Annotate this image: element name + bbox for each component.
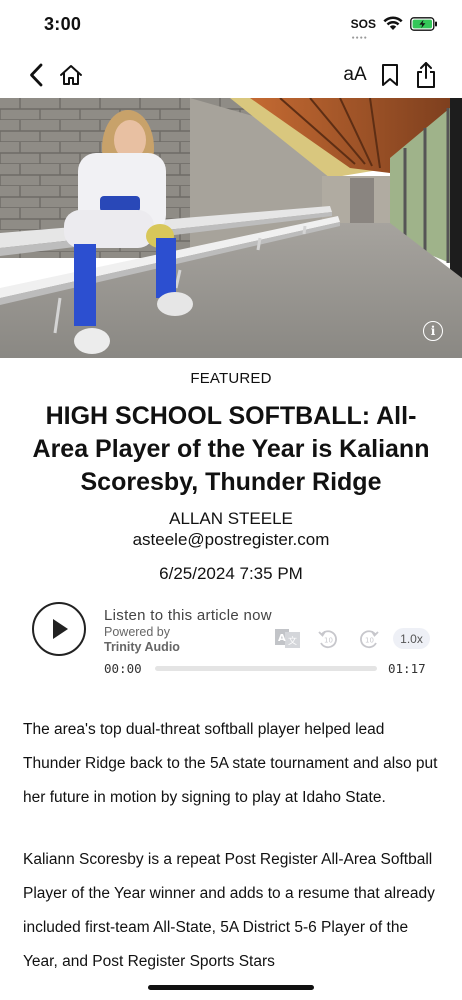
- current-time: 00:00: [104, 661, 142, 676]
- status-icons: SOS ●●●●: [350, 16, 438, 41]
- svg-text:A: A: [278, 633, 286, 644]
- audio-provider[interactable]: Trinity Audio: [104, 640, 180, 654]
- sos-indicator: SOS ●●●●: [350, 16, 376, 41]
- svg-text:10: 10: [324, 637, 333, 645]
- forward-10-icon[interactable]: 10: [358, 629, 380, 649]
- hero-image[interactable]: i: [0, 98, 462, 358]
- article-kicker: FEATURED: [190, 370, 272, 387]
- info-icon[interactable]: i: [423, 321, 443, 341]
- status-time: 3:00: [44, 14, 82, 34]
- home-icon: [60, 65, 82, 85]
- share-icon: [417, 62, 435, 88]
- nav-bar: aA: [0, 56, 462, 94]
- share-button[interactable]: [413, 58, 439, 92]
- audio-player: Listen to this article now Powered by Tr…: [0, 598, 462, 678]
- play-icon: [53, 619, 68, 639]
- status-bar: 3:00 SOS ●●●●: [0, 0, 462, 50]
- wifi-icon: [383, 16, 403, 30]
- listen-label: Listen to this article now: [104, 607, 272, 624]
- svg-text:文: 文: [288, 635, 297, 647]
- author-email[interactable]: asteele@postregister.com: [0, 530, 462, 550]
- play-button[interactable]: [32, 602, 86, 656]
- article-datetime: 6/25/2024 7:35 PM: [159, 564, 303, 583]
- article-author[interactable]: ALLAN STEELE: [0, 509, 462, 529]
- bookmark-icon: [382, 64, 398, 86]
- font-size-button[interactable]: aA: [340, 58, 370, 92]
- article-body: The area's top dual-threat softball play…: [23, 713, 439, 1000]
- back-button[interactable]: [24, 58, 48, 92]
- total-time: 01:17: [388, 661, 426, 676]
- sos-label: SOS: [350, 16, 376, 31]
- back-icon: [30, 63, 43, 87]
- home-button[interactable]: [58, 58, 84, 92]
- article-headline: HIGH SCHOOL SOFTBALL: All-Area Player of…: [32, 402, 430, 496]
- playback-speed-button[interactable]: 1.0x: [393, 628, 430, 649]
- battery-icon: [410, 16, 437, 31]
- article-paragraph: Kaliann Scoresby is a repeat Post Regist…: [23, 851, 435, 970]
- progress-bar[interactable]: [155, 666, 377, 671]
- article-paragraph: The area's top dual-threat softball play…: [23, 721, 438, 806]
- bookmark-button[interactable]: [379, 58, 401, 92]
- hero-photo: [0, 98, 462, 358]
- rewind-10-icon[interactable]: 10: [317, 629, 339, 649]
- translate-icon[interactable]: A 文: [275, 629, 300, 648]
- powered-by-label: Powered by: [104, 625, 171, 639]
- svg-text:10: 10: [365, 637, 374, 645]
- home-indicator[interactable]: [148, 985, 314, 990]
